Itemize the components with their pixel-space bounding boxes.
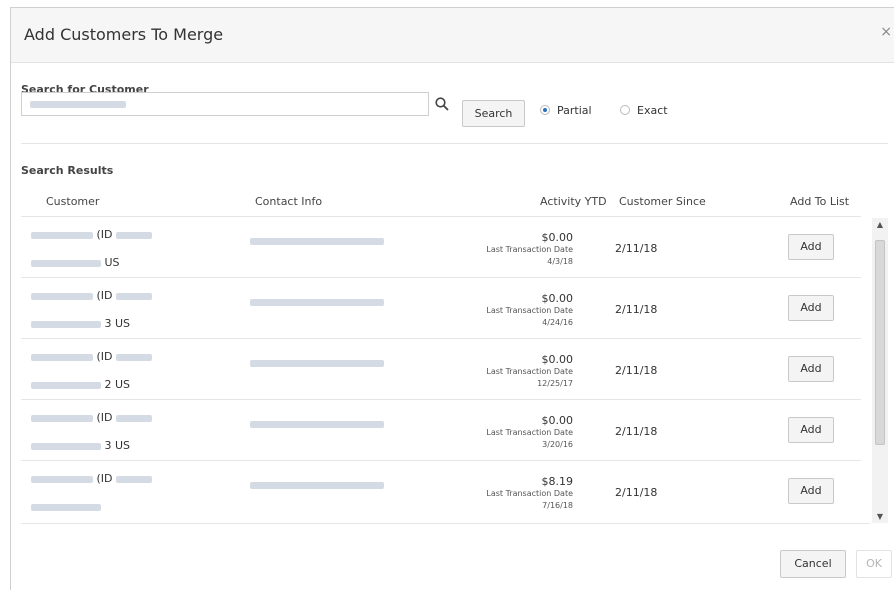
customer-id-prefix: (ID [96, 350, 113, 363]
customer-location: 3 US [31, 317, 130, 330]
customer-location-suffix: US [104, 256, 120, 269]
table-row: (ID $8.19 Last Transaction Date 7/16/18 … [21, 460, 861, 521]
customer-id-redacted [116, 475, 153, 483]
search-icon[interactable] [434, 96, 450, 112]
column-header-activity: Activity YTD [540, 195, 607, 208]
exact-radio-label: Exact [637, 104, 668, 117]
divider [21, 143, 888, 144]
add-button[interactable]: Add [788, 478, 834, 504]
customer-location-redacted [31, 442, 101, 450]
last-transaction-label: Last Transaction Date [486, 489, 573, 498]
customer-name: (ID [31, 228, 153, 241]
customer-location-suffix: 2 US [104, 378, 131, 391]
ok-button[interactable]: OK [856, 550, 892, 578]
dialog-titlebar: Add Customers To Merge × [11, 8, 894, 63]
column-header-since: Customer Since [619, 195, 706, 208]
search-button[interactable]: Search [462, 100, 525, 127]
customer-name-redacted [31, 414, 93, 422]
customer-location: 2 US [31, 378, 130, 391]
last-transaction-label: Last Transaction Date [486, 428, 573, 437]
contact-email-redacted [250, 421, 384, 428]
table-row: (ID 3 US $0.00 Last Transaction Date 4/2… [21, 277, 861, 338]
customer-name-redacted [31, 353, 93, 361]
partial-radio-label: Partial [557, 104, 592, 117]
customer-since: 2/11/18 [615, 364, 658, 377]
contact-email-redacted [250, 482, 384, 489]
customer-id-prefix: (ID [96, 289, 113, 302]
activity-ytd: $0.00 [541, 292, 574, 305]
column-header-customer: Customer [46, 195, 100, 208]
customer-id-prefix: (ID [96, 228, 113, 241]
customer-since: 2/11/18 [615, 242, 658, 255]
customer-id-redacted [116, 353, 153, 361]
customer-id-redacted [116, 292, 153, 300]
customer-search-input[interactable] [21, 92, 429, 116]
customer-name-redacted [31, 475, 93, 483]
results-label: Search Results [21, 164, 114, 177]
results-scrollbar[interactable]: ▲ ▼ [872, 218, 888, 523]
activity-ytd: $0.00 [541, 231, 574, 244]
results-list: (ID US $0.00 Last Transaction Date 4/3/1… [21, 216, 861, 523]
last-transaction-date: 7/16/18 [542, 501, 573, 510]
activity-ytd: $8.19 [541, 475, 574, 488]
customer-id-prefix: (ID [96, 472, 113, 485]
last-transaction-label: Last Transaction Date [486, 306, 573, 315]
column-header-add: Add To List [790, 195, 850, 208]
customer-id-redacted [116, 231, 153, 239]
customer-location: US [31, 256, 120, 269]
last-transaction-label: Last Transaction Date [486, 245, 573, 254]
contact-email-redacted [250, 238, 384, 245]
customer-since: 2/11/18 [615, 425, 658, 438]
customer-id-prefix: (ID [96, 411, 113, 424]
contact-email-redacted [250, 360, 384, 367]
customer-name: (ID [31, 472, 153, 485]
customer-name-redacted [31, 231, 93, 239]
exact-radio-dot [620, 105, 630, 115]
last-transaction-date: 4/24/16 [542, 318, 573, 327]
customer-location-suffix: 3 US [104, 317, 131, 330]
close-icon[interactable]: × [880, 24, 892, 40]
last-transaction-date: 4/3/18 [547, 257, 573, 266]
last-transaction-date: 3/20/16 [542, 440, 573, 449]
results-bottom-divider [21, 523, 870, 524]
partial-radio[interactable]: Partial [540, 104, 610, 119]
cancel-button[interactable]: Cancel [780, 550, 846, 578]
customer-location: 3 US [31, 439, 130, 452]
dialog-title: Add Customers To Merge [24, 25, 224, 44]
customer-since: 2/11/18 [615, 486, 658, 499]
activity-ytd: $0.00 [541, 414, 574, 427]
table-row: (ID 3 US $0.00 Last Transaction Date 3/2… [21, 399, 861, 460]
last-transaction-label: Last Transaction Date [486, 367, 573, 376]
scroll-up-icon[interactable]: ▲ [872, 220, 888, 229]
scrollbar-thumb[interactable] [875, 240, 885, 445]
add-button[interactable]: Add [788, 417, 834, 443]
exact-radio[interactable]: Exact [620, 104, 680, 119]
customer-name-redacted [31, 292, 93, 300]
last-transaction-date: 12/25/17 [537, 379, 573, 388]
customer-name: (ID [31, 411, 153, 424]
customer-name: (ID [31, 350, 153, 363]
contact-email-redacted [250, 299, 384, 306]
add-button[interactable]: Add [788, 234, 834, 260]
customer-location [31, 500, 101, 513]
partial-radio-dot [540, 105, 550, 115]
search-input-value-redacted [30, 101, 126, 108]
scroll-down-icon[interactable]: ▼ [872, 512, 888, 521]
activity-ytd: $0.00 [541, 353, 574, 366]
customer-location-redacted [31, 320, 101, 328]
customer-since: 2/11/18 [615, 303, 658, 316]
column-header-contact: Contact Info [255, 195, 323, 208]
customer-location-redacted [31, 381, 101, 389]
table-row: (ID 2 US $0.00 Last Transaction Date 12/… [21, 338, 861, 399]
customer-location-redacted [31, 503, 101, 511]
customer-location-redacted [31, 259, 101, 267]
customer-id-redacted [116, 414, 153, 422]
customer-location-suffix: 3 US [104, 439, 131, 452]
add-button[interactable]: Add [788, 356, 834, 382]
customer-name: (ID [31, 289, 153, 302]
table-row: (ID US $0.00 Last Transaction Date 4/3/1… [21, 216, 861, 277]
add-button[interactable]: Add [788, 295, 834, 321]
